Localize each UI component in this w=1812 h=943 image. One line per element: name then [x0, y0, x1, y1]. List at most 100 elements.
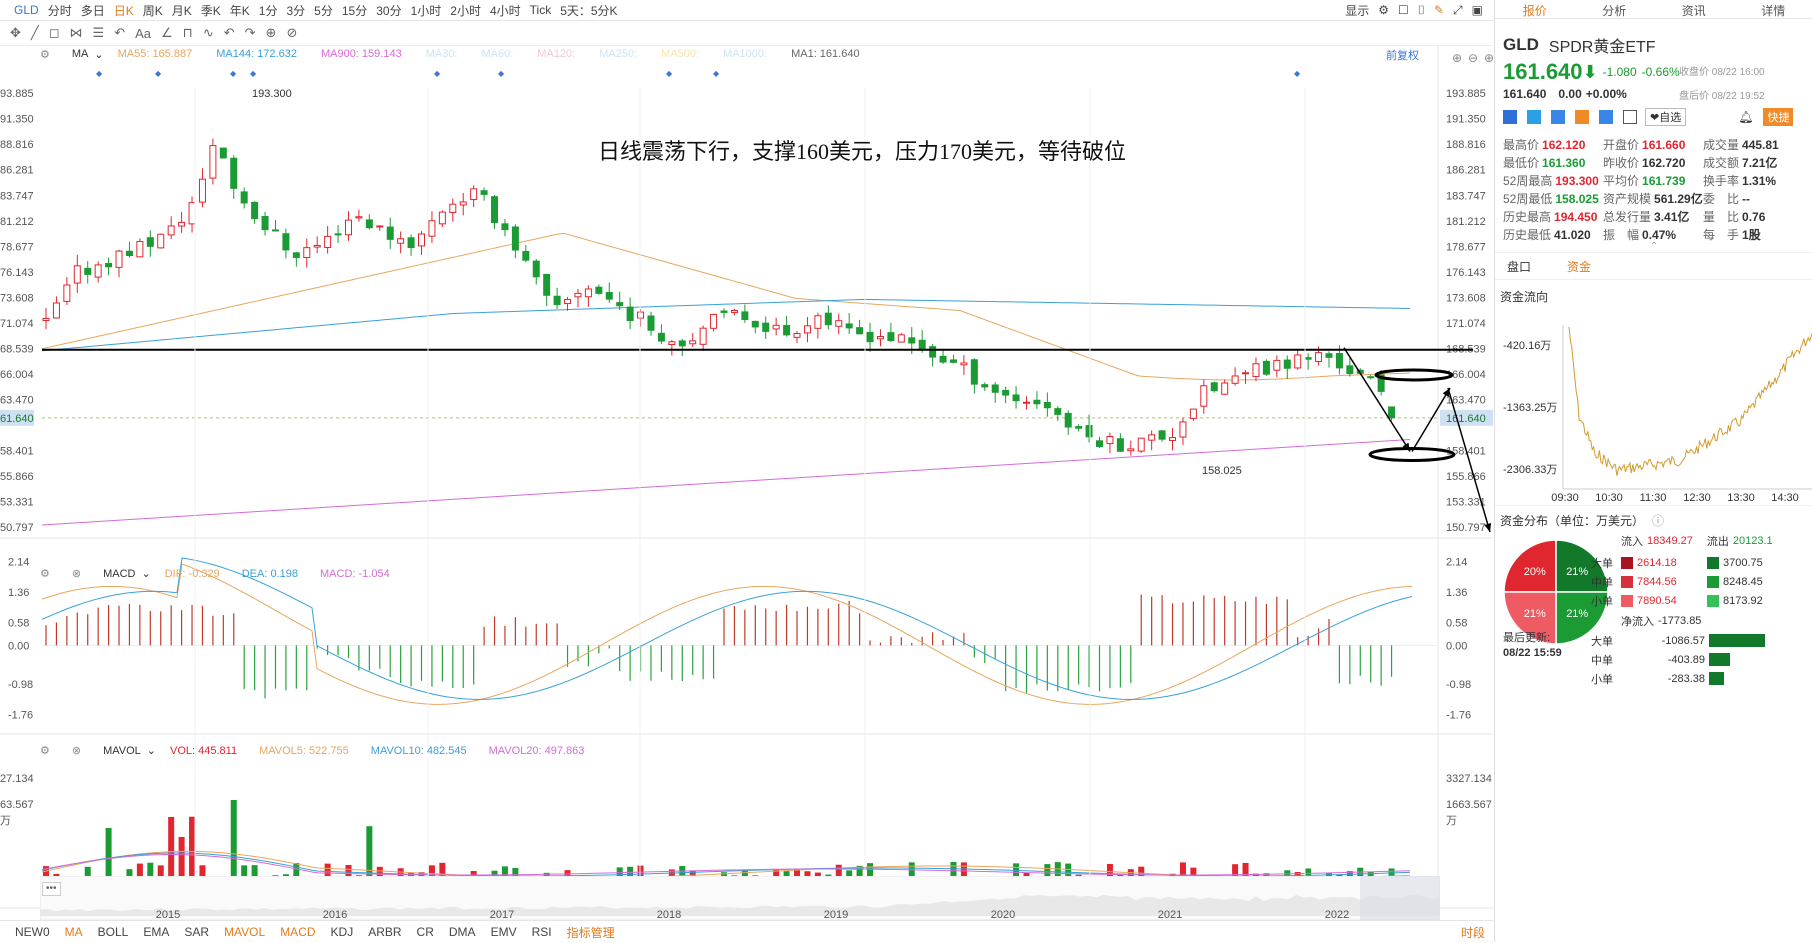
- indicator-tab[interactable]: SAR: [184, 925, 209, 939]
- sub-tab[interactable]: 盘口: [1507, 258, 1531, 275]
- candle-body[interactable]: [658, 333, 664, 341]
- ma-indicator-name[interactable]: MA: [72, 48, 89, 60]
- chart-icon[interactable]: [1575, 110, 1589, 124]
- draw-tool-icon[interactable]: ⋈: [70, 25, 83, 41]
- draw-tool-icon[interactable]: ⊓: [183, 25, 193, 41]
- event-marker[interactable]: ◆: [713, 69, 720, 78]
- candle-body[interactable]: [1284, 360, 1290, 368]
- candle-body[interactable]: [1003, 390, 1009, 395]
- candle-body[interactable]: [1149, 435, 1155, 440]
- draw-tool-icon[interactable]: ◻: [49, 25, 60, 41]
- square-icon[interactable]: ☐: [1398, 3, 1409, 17]
- candle-body[interactable]: [1201, 386, 1207, 406]
- candle-body[interactable]: [919, 340, 925, 350]
- candle-body[interactable]: [408, 238, 414, 248]
- candle-body[interactable]: [1138, 438, 1144, 451]
- session-button[interactable]: 时段: [1461, 924, 1485, 941]
- candle-body[interactable]: [794, 333, 800, 337]
- ma-line-label[interactable]: MA900: 159.143: [321, 48, 402, 60]
- candle-body[interactable]: [679, 341, 685, 346]
- add-icon[interactable]: ⊕: [1484, 51, 1493, 65]
- candle-body[interactable]: [1180, 422, 1186, 437]
- candle-body[interactable]: [961, 363, 967, 365]
- candle-body[interactable]: [554, 296, 560, 304]
- ma-line-label[interactable]: MA500:: [661, 48, 699, 60]
- ma-line-label[interactable]: MA30:: [426, 48, 458, 60]
- candle-body[interactable]: [481, 191, 487, 195]
- candle-body[interactable]: [836, 321, 842, 327]
- adjust-label[interactable]: 前复权: [1386, 47, 1419, 63]
- candle-body[interactable]: [627, 307, 633, 320]
- candle-body[interactable]: [825, 313, 831, 325]
- candle-body[interactable]: [471, 189, 477, 200]
- candle-body[interactable]: [638, 312, 644, 318]
- period-tab[interactable]: 3分: [286, 2, 305, 19]
- period-tab[interactable]: 2小时: [450, 2, 481, 19]
- candle-body[interactable]: [1326, 354, 1332, 358]
- candle-body[interactable]: [272, 230, 278, 231]
- trend-arrow-down[interactable]: [1344, 348, 1410, 452]
- candle-body[interactable]: [74, 266, 80, 283]
- draw-tool-icon[interactable]: ☰: [93, 25, 105, 41]
- chevron-down-icon[interactable]: ⌄: [147, 744, 156, 757]
- candle-body[interactable]: [325, 236, 331, 247]
- indicator-tab[interactable]: MA: [65, 925, 83, 939]
- candle-body[interactable]: [711, 314, 717, 328]
- event-marker[interactable]: ◆: [666, 69, 673, 78]
- candle-body[interactable]: [1190, 409, 1196, 418]
- news-icon[interactable]: [1599, 110, 1613, 124]
- candle-body[interactable]: [773, 325, 779, 329]
- period-tab[interactable]: 分时: [48, 2, 72, 19]
- candle-body[interactable]: [429, 221, 435, 236]
- add-watch-button[interactable]: ❤自选: [1645, 108, 1686, 126]
- candle-body[interactable]: [1368, 377, 1374, 378]
- event-marker[interactable]: ◆: [250, 69, 257, 78]
- period-tab[interactable]: 周K: [143, 2, 163, 19]
- candle-body[interactable]: [585, 289, 591, 297]
- candle-body[interactable]: [1065, 413, 1071, 427]
- candle-body[interactable]: [460, 202, 466, 205]
- candle-body[interactable]: [137, 242, 143, 257]
- candle-body[interactable]: [116, 251, 122, 267]
- candle-body[interactable]: [189, 203, 195, 224]
- candle-body[interactable]: [1347, 366, 1353, 374]
- candle-body[interactable]: [1389, 407, 1395, 418]
- macd-name[interactable]: MACD: [103, 568, 135, 580]
- gear-icon[interactable]: ⚙: [40, 567, 50, 580]
- breakdown-arrow[interactable]: [1448, 388, 1490, 532]
- candle-body[interactable]: [1170, 438, 1176, 441]
- calendar-icon[interactable]: [1623, 110, 1637, 124]
- candle-body[interactable]: [1023, 402, 1029, 403]
- candle-body[interactable]: [450, 204, 456, 212]
- draw-tool-icon[interactable]: ↶: [114, 25, 125, 41]
- quick-trade-button[interactable]: 快捷: [1763, 108, 1793, 126]
- candle-body[interactable]: [617, 303, 623, 306]
- chevron-down-icon[interactable]: ⌄: [94, 48, 103, 61]
- candle-body[interactable]: [1274, 360, 1280, 370]
- candle-body[interactable]: [784, 326, 790, 335]
- candle-body[interactable]: [982, 385, 988, 387]
- candle-body[interactable]: [356, 217, 362, 218]
- candle-body[interactable]: [220, 148, 226, 158]
- candle-body[interactable]: [512, 227, 518, 250]
- candle-body[interactable]: [53, 303, 59, 318]
- candle-body[interactable]: [596, 287, 602, 293]
- candle-body[interactable]: [43, 318, 49, 320]
- candle-body[interactable]: [867, 332, 873, 341]
- candle-body[interactable]: [930, 347, 936, 357]
- candle-body[interactable]: [648, 316, 654, 330]
- candle-body[interactable]: [1013, 395, 1019, 401]
- gear-icon[interactable]: ⚙: [40, 744, 50, 757]
- candle-body[interactable]: [857, 328, 863, 334]
- close-icon[interactable]: ⊗: [72, 744, 81, 757]
- candle-body[interactable]: [690, 341, 696, 344]
- indicator-tab[interactable]: BOLL: [98, 925, 129, 939]
- ma-line-label[interactable]: MA55: 165.887: [118, 48, 193, 60]
- period-tab[interactable]: Tick: [530, 3, 552, 17]
- candle-body[interactable]: [763, 323, 769, 331]
- sub-tab[interactable]: 资金: [1567, 258, 1591, 275]
- period-tab[interactable]: 多日: [81, 2, 105, 19]
- period-tab[interactable]: 日K: [114, 2, 134, 19]
- draw-tool-icon[interactable]: Aa: [135, 26, 151, 41]
- kline-chart[interactable]: ⊕⊖⊕193.88593.885191.35091.350188.81688.8…: [0, 46, 1493, 920]
